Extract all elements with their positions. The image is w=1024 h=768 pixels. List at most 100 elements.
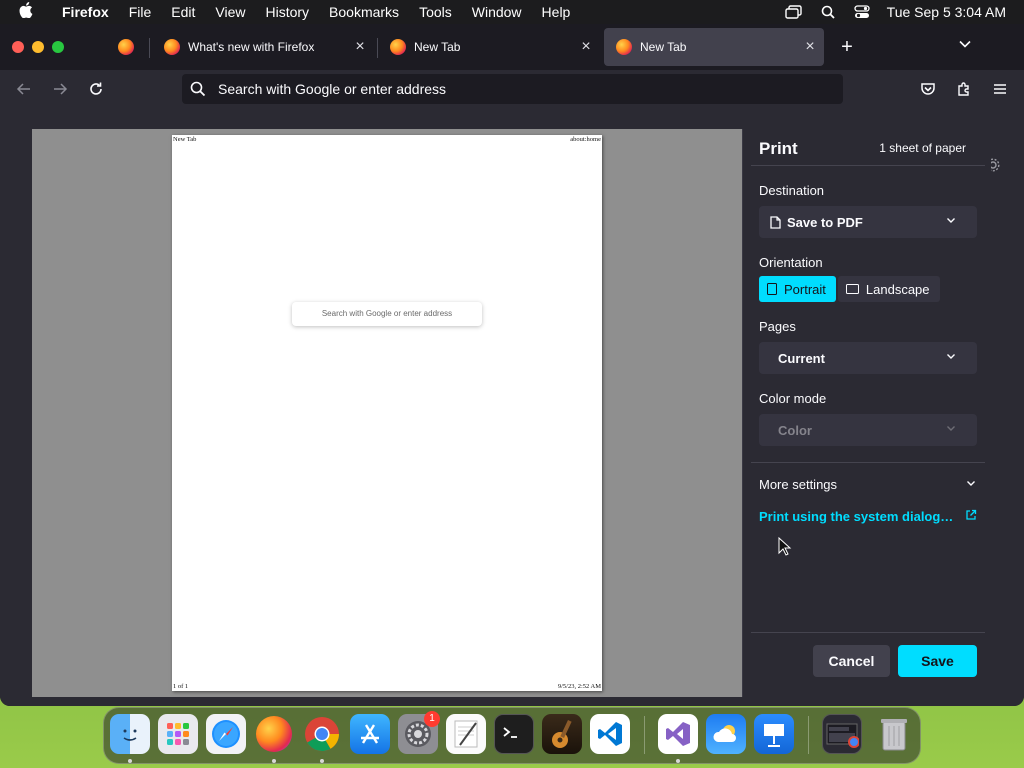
menu-history[interactable]: History: [255, 0, 319, 24]
external-link-icon: [965, 509, 977, 524]
forward-button[interactable]: [46, 75, 74, 103]
menu-edit[interactable]: Edit: [161, 0, 205, 24]
more-settings-label: More settings: [759, 477, 838, 492]
chrome-icon[interactable]: [302, 714, 342, 754]
textedit-icon[interactable]: [446, 714, 486, 754]
document-icon: [770, 215, 781, 229]
visual-studio-icon[interactable]: [658, 714, 698, 754]
tab-close-icon[interactable]: ×: [572, 38, 600, 56]
chevron-down-icon: [965, 477, 977, 492]
terminal-icon[interactable]: [494, 714, 534, 754]
landscape-option[interactable]: Landscape: [837, 276, 940, 302]
window-controls: [12, 41, 64, 53]
close-window-button[interactable]: [12, 41, 24, 53]
more-settings-toggle[interactable]: More settings: [759, 477, 977, 492]
system-dialog-label: Print using the system dialog…: [759, 509, 954, 524]
menu-app-firefox[interactable]: Firefox: [52, 0, 119, 24]
control-center-icon[interactable]: [845, 0, 879, 24]
orientation-label: Orientation: [759, 255, 823, 270]
tab-whats-new[interactable]: What's new with Firefox ×: [152, 28, 374, 66]
save-button[interactable]: Save: [898, 645, 977, 677]
safari-icon[interactable]: [206, 714, 246, 754]
keynote-icon[interactable]: [754, 714, 794, 754]
preview-footer-page-number: 1 of 1: [173, 683, 189, 690]
firefox-icon: [118, 39, 134, 55]
tab-new-tab-1[interactable]: New Tab ×: [378, 28, 600, 66]
print-preview: New Tab about:home Search with Google or…: [32, 129, 742, 697]
system-dialog-link[interactable]: Print using the system dialog…: [759, 509, 977, 524]
divider: [751, 165, 985, 166]
pages-select[interactable]: Current: [759, 342, 977, 374]
preview-footer-date: 9/5/23, 2:52 AM: [557, 683, 601, 690]
dock-separator: [644, 716, 645, 754]
notification-badge: 1: [424, 711, 440, 727]
menu-tools[interactable]: Tools: [409, 0, 462, 24]
pages-label: Pages: [759, 319, 796, 334]
menu-help[interactable]: Help: [532, 0, 581, 24]
sheet-count: 1 sheet of paper: [879, 141, 966, 155]
tab-strip: What's new with Firefox × New Tab × New …: [0, 24, 1024, 70]
cancel-button[interactable]: Cancel: [813, 645, 890, 677]
minimized-window-icon[interactable]: [822, 714, 862, 754]
destination-value: Save to PDF: [787, 214, 863, 230]
color-mode-value: Color: [778, 422, 812, 438]
list-all-tabs-chevron-icon[interactable]: [952, 32, 978, 62]
hamburger-menu-icon[interactable]: [986, 75, 1014, 103]
finder-icon[interactable]: [110, 714, 150, 754]
portrait-page-icon: [767, 283, 777, 295]
firefox-icon: [616, 39, 632, 55]
garageband-icon[interactable]: [542, 714, 582, 754]
tab-close-icon[interactable]: ×: [796, 38, 824, 56]
weather-icon[interactable]: [706, 714, 746, 754]
chevron-down-icon: [945, 214, 957, 229]
spotlight-search-icon[interactable]: [811, 0, 845, 24]
firefox-window: What's new with Firefox × New Tab × New …: [0, 24, 1024, 706]
preview-header-title: New Tab: [173, 136, 197, 143]
running-indicator: [676, 759, 680, 763]
menu-window[interactable]: Window: [462, 0, 532, 24]
tab-new-tab-active[interactable]: New Tab ×: [604, 28, 824, 66]
page-content-area: New Tab about:home Search with Google or…: [0, 108, 1024, 706]
menu-view[interactable]: View: [205, 0, 255, 24]
mouse-pointer-icon: [778, 536, 792, 562]
destination-select[interactable]: Save to PDF: [759, 206, 977, 238]
new-tab-button[interactable]: +: [834, 32, 860, 62]
menu-bar: Firefox File Edit View History Bookmarks…: [0, 0, 1024, 24]
portrait-option[interactable]: Portrait: [759, 276, 836, 302]
color-mode-select[interactable]: Color: [759, 414, 977, 446]
firefox-icon: [390, 39, 406, 55]
chevron-down-icon: [945, 350, 957, 365]
launchpad-icon[interactable]: [158, 714, 198, 754]
reload-button[interactable]: [82, 75, 110, 103]
url-bar-placeholder: Search with Google or enter address: [218, 81, 447, 97]
dock: 1: [103, 707, 921, 764]
minimize-window-button[interactable]: [32, 41, 44, 53]
zoom-window-button[interactable]: [52, 41, 64, 53]
divider: [751, 632, 985, 633]
firefox-icon[interactable]: [254, 714, 294, 754]
pages-value: Current: [778, 350, 825, 366]
extensions-puzzle-icon[interactable]: [950, 75, 978, 103]
tab-close-icon[interactable]: ×: [346, 38, 374, 56]
divider: [751, 462, 985, 463]
pocket-icon[interactable]: [914, 75, 942, 103]
running-indicator: [272, 759, 276, 763]
running-indicator: [128, 759, 132, 763]
print-settings-panel: Print 1 sheet of paper Destination Save …: [742, 129, 991, 697]
tab-title: New Tab: [640, 40, 687, 54]
tab-title: What's new with Firefox: [188, 40, 315, 54]
url-bar[interactable]: Search with Google or enter address: [182, 74, 843, 104]
pinned-tab-firefox[interactable]: [106, 32, 146, 62]
apple-menu-icon[interactable]: [0, 2, 52, 22]
portrait-label: Portrait: [784, 281, 826, 297]
vscode-icon[interactable]: [590, 714, 630, 754]
app-store-icon[interactable]: [350, 714, 390, 754]
screen-mirroring-icon[interactable]: [777, 0, 811, 24]
menu-file[interactable]: File: [119, 0, 162, 24]
menu-bookmarks[interactable]: Bookmarks: [319, 0, 409, 24]
back-button[interactable]: [10, 75, 38, 103]
trash-icon[interactable]: [874, 714, 914, 754]
preview-page-sheet: New Tab about:home Search with Google or…: [172, 135, 602, 691]
dock-separator: [808, 716, 809, 754]
menubar-clock[interactable]: Tue Sep 5 3:04 AM: [879, 4, 1024, 20]
